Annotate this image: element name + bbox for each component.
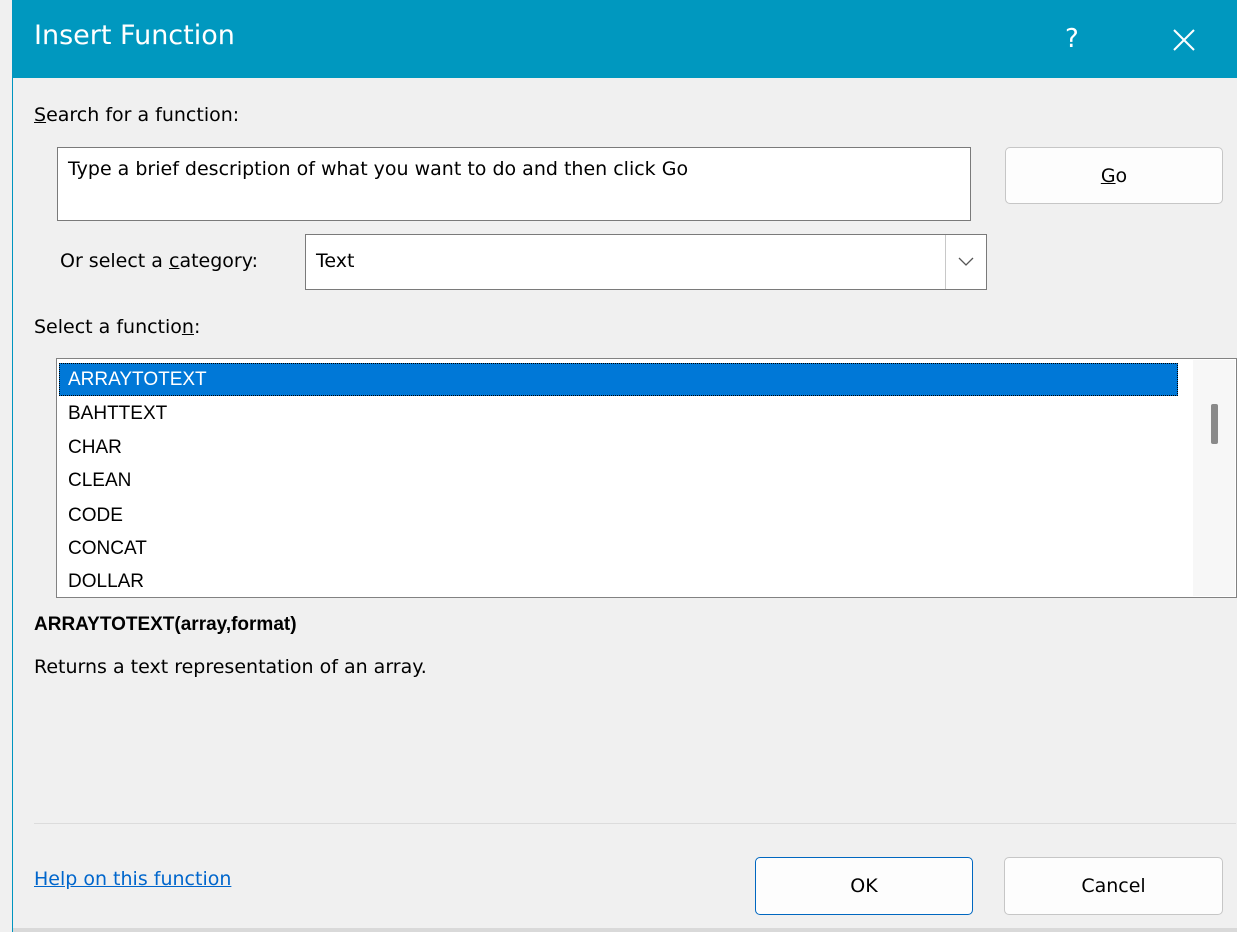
help-icon[interactable]: ? bbox=[1065, 24, 1079, 54]
title-bar: Insert Function ? bbox=[13, 0, 1237, 78]
function-list-label: Select a function: bbox=[34, 316, 200, 338]
category-select[interactable]: Text bbox=[305, 234, 987, 290]
list-item-clean[interactable]: CLEAN bbox=[59, 464, 1178, 497]
go-button[interactable]: Go bbox=[1005, 147, 1223, 204]
category-label: Or select a category: bbox=[60, 250, 258, 272]
function-label-prefix: Select a functio bbox=[34, 316, 182, 338]
cancel-button[interactable]: Cancel bbox=[1004, 857, 1223, 915]
footer-divider bbox=[34, 823, 1236, 824]
list-item-concat[interactable]: CONCAT bbox=[59, 532, 1178, 565]
list-item-code[interactable]: CODE bbox=[59, 499, 1178, 532]
search-input[interactable] bbox=[57, 147, 971, 221]
list-scrollbar[interactable] bbox=[1193, 360, 1235, 596]
category-label-accel: c bbox=[168, 250, 180, 272]
ok-button[interactable]: OK bbox=[755, 857, 973, 915]
search-label-text: earch for a function: bbox=[46, 104, 240, 126]
go-accel: G bbox=[1100, 164, 1116, 187]
category-label-prefix: Or select a bbox=[60, 250, 169, 272]
scrollbar-thumb[interactable] bbox=[1211, 404, 1218, 444]
search-label: Search for a function: bbox=[34, 104, 239, 126]
close-icon[interactable] bbox=[1171, 27, 1197, 53]
function-label-accel: n bbox=[181, 316, 194, 338]
help-on-function-link[interactable]: Help on this function bbox=[34, 868, 231, 890]
function-listbox[interactable]: ARRAYTOTEXT BAHTTEXT CHAR CLEAN CODE CON… bbox=[56, 358, 1237, 598]
function-signature: ARRAYTOTEXT(array,format) bbox=[34, 614, 297, 635]
list-item-bahttext[interactable]: BAHTTEXT bbox=[59, 397, 1178, 430]
list-item-char[interactable]: CHAR bbox=[59, 431, 1178, 464]
go-label-text: o bbox=[1115, 164, 1128, 187]
function-label-suffix: : bbox=[193, 316, 201, 338]
function-description: Returns a text representation of an arra… bbox=[34, 656, 427, 678]
search-label-accel: S bbox=[34, 104, 47, 126]
insert-function-dialog: Insert Function ? Search for a function:… bbox=[12, 0, 1237, 932]
category-label-suffix: ategory: bbox=[179, 250, 258, 272]
list-item-arraytotext[interactable]: ARRAYTOTEXT bbox=[59, 363, 1178, 396]
category-selected-value: Text bbox=[316, 250, 355, 272]
dialog-bottom-edge bbox=[13, 928, 1237, 932]
list-item-dollar[interactable]: DOLLAR bbox=[59, 565, 1178, 597]
chevron-down-icon[interactable] bbox=[945, 235, 986, 289]
dialog-title: Insert Function bbox=[34, 20, 235, 51]
